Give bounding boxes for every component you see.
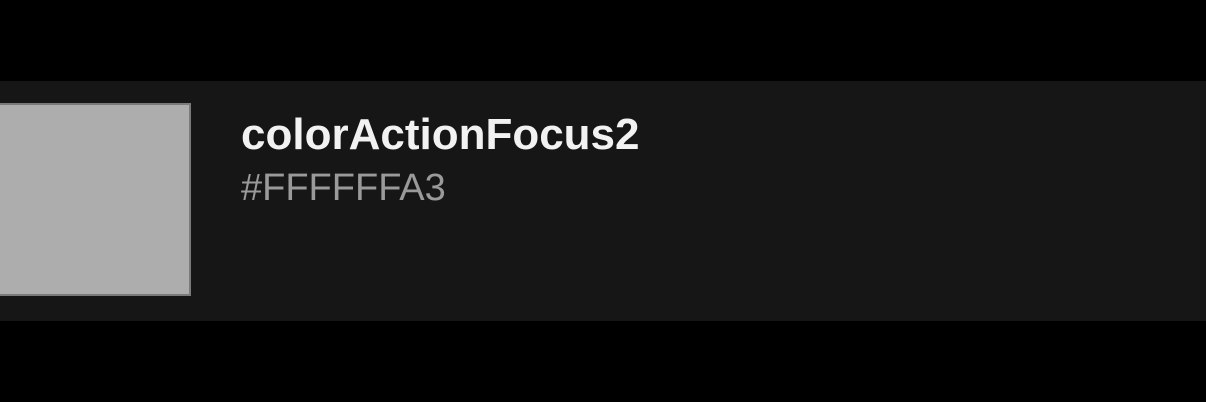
token-name: colorActionFocus2 — [241, 110, 640, 159]
color-token-canvas: colorActionFocus2 #FFFFFFA3 — [0, 0, 1206, 402]
color-swatch — [0, 103, 191, 296]
token-hex-value: #FFFFFFA3 — [241, 167, 446, 209]
color-token-row[interactable]: colorActionFocus2 #FFFFFFA3 — [0, 81, 1206, 321]
